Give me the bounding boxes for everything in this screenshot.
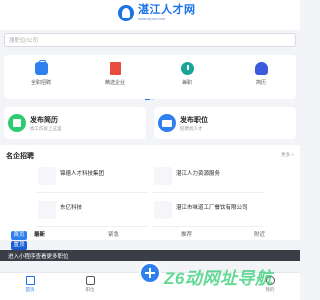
publish-resume-card[interactable]: 发布简历 找工作就上这里 — [4, 107, 146, 139]
search-box[interactable] — [4, 33, 296, 47]
user-icon — [254, 62, 268, 75]
clock-icon — [180, 62, 194, 75]
carousel-dot — [151, 98, 154, 100]
job-tabs: 最新 紧急 推荐 附近 — [0, 228, 300, 240]
publish-resume-subtitle: 找工作就上这里 — [30, 126, 62, 131]
home-badge[interactable]: 首页 — [11, 231, 27, 240]
notice-text: 进入小程序查看更多职位 — [8, 254, 69, 260]
publish-job-card[interactable]: 发布职位 招聘找人才 — [154, 107, 296, 139]
company-logo — [154, 167, 172, 185]
company-item[interactable]: 东亿科技 — [36, 197, 148, 227]
logo-title: 湛江人才网 — [138, 4, 196, 16]
document-icon — [109, 62, 121, 75]
company-logo — [38, 167, 56, 185]
company-name: 锦德人才科技集团 — [60, 171, 105, 177]
more-link[interactable]: 更多 > — [281, 152, 294, 158]
carousel-dot-active — [145, 98, 150, 100]
logo[interactable]: 湛江人才网 www.zjrcw.com — [118, 5, 196, 21]
miniprogram-notice[interactable]: 进入小程序查看更多职位 — [0, 250, 300, 261]
company-item[interactable]: 湛江人力资源服务 — [152, 163, 264, 193]
publish-job-subtitle: 招聘找人才 — [180, 126, 203, 131]
resume-icon — [8, 114, 26, 132]
carousel-dots — [145, 95, 155, 102]
plus-icon[interactable] — [139, 262, 161, 284]
nav-jobs[interactable]: 职位 — [70, 276, 110, 293]
company-logo — [154, 201, 172, 219]
quick-link-label: 精选企业 — [104, 80, 125, 86]
company-item[interactable]: 湛江市味道工厂餐饮有限公司 — [152, 197, 264, 227]
tab-latest[interactable]: 最新 — [34, 230, 45, 238]
quick-link-label: 简历 — [255, 80, 266, 86]
nav-label: 职位 — [85, 287, 95, 292]
quick-link-resume[interactable]: 简历 — [236, 62, 286, 86]
job-icon — [158, 114, 176, 132]
company-name: 湛江人力资源服务 — [176, 171, 221, 177]
header: 湛江人才网 www.zjrcw.com — [0, 0, 300, 30]
watermark: Z6动网址导航 — [164, 269, 273, 288]
quick-link-label: 兼职 — [181, 80, 192, 86]
quick-link-label: 全职招聘 — [30, 80, 51, 86]
section-title: 名企招聘 — [6, 153, 34, 160]
lock-icon — [85, 276, 95, 285]
company-item[interactable]: 锦德人才科技集团 — [36, 163, 148, 193]
quick-link-parttime[interactable]: 兼职 — [162, 62, 212, 86]
logo-url: www.zjrcw.com — [138, 16, 166, 21]
quick-link-fulltime[interactable]: 全职招聘 — [16, 60, 66, 86]
tab-nearby[interactable]: 附近 — [254, 230, 265, 238]
publish-job-title: 发布职位 — [180, 117, 208, 124]
logo-icon — [118, 5, 134, 21]
tab-recommended[interactable]: 推荐 — [181, 230, 192, 238]
famous-companies-section: 名企招聘 更多 > 锦德人才科技集团 湛江人力资源服务 东亿科技 湛江市味道工厂… — [0, 145, 300, 233]
home-icon — [25, 276, 35, 285]
company-logo — [38, 201, 56, 219]
nav-label: 首页 — [25, 287, 35, 292]
quick-links-panel: 全职招聘 精选企业 兼职 简历 — [4, 55, 296, 99]
publish-resume-title: 发布简历 — [30, 117, 58, 124]
company-name: 东亿科技 — [60, 205, 83, 211]
search-input[interactable] — [9, 35, 289, 46]
tab-urgent[interactable]: 紧急 — [108, 230, 119, 238]
top-badge[interactable]: 置顶 — [11, 241, 27, 250]
quick-link-companies[interactable]: 精选企业 — [90, 62, 140, 86]
nav-home[interactable]: 首页 — [10, 276, 50, 293]
briefcase-icon — [34, 60, 48, 75]
company-name: 湛江市味道工厂餐饮有限公司 — [176, 205, 248, 211]
